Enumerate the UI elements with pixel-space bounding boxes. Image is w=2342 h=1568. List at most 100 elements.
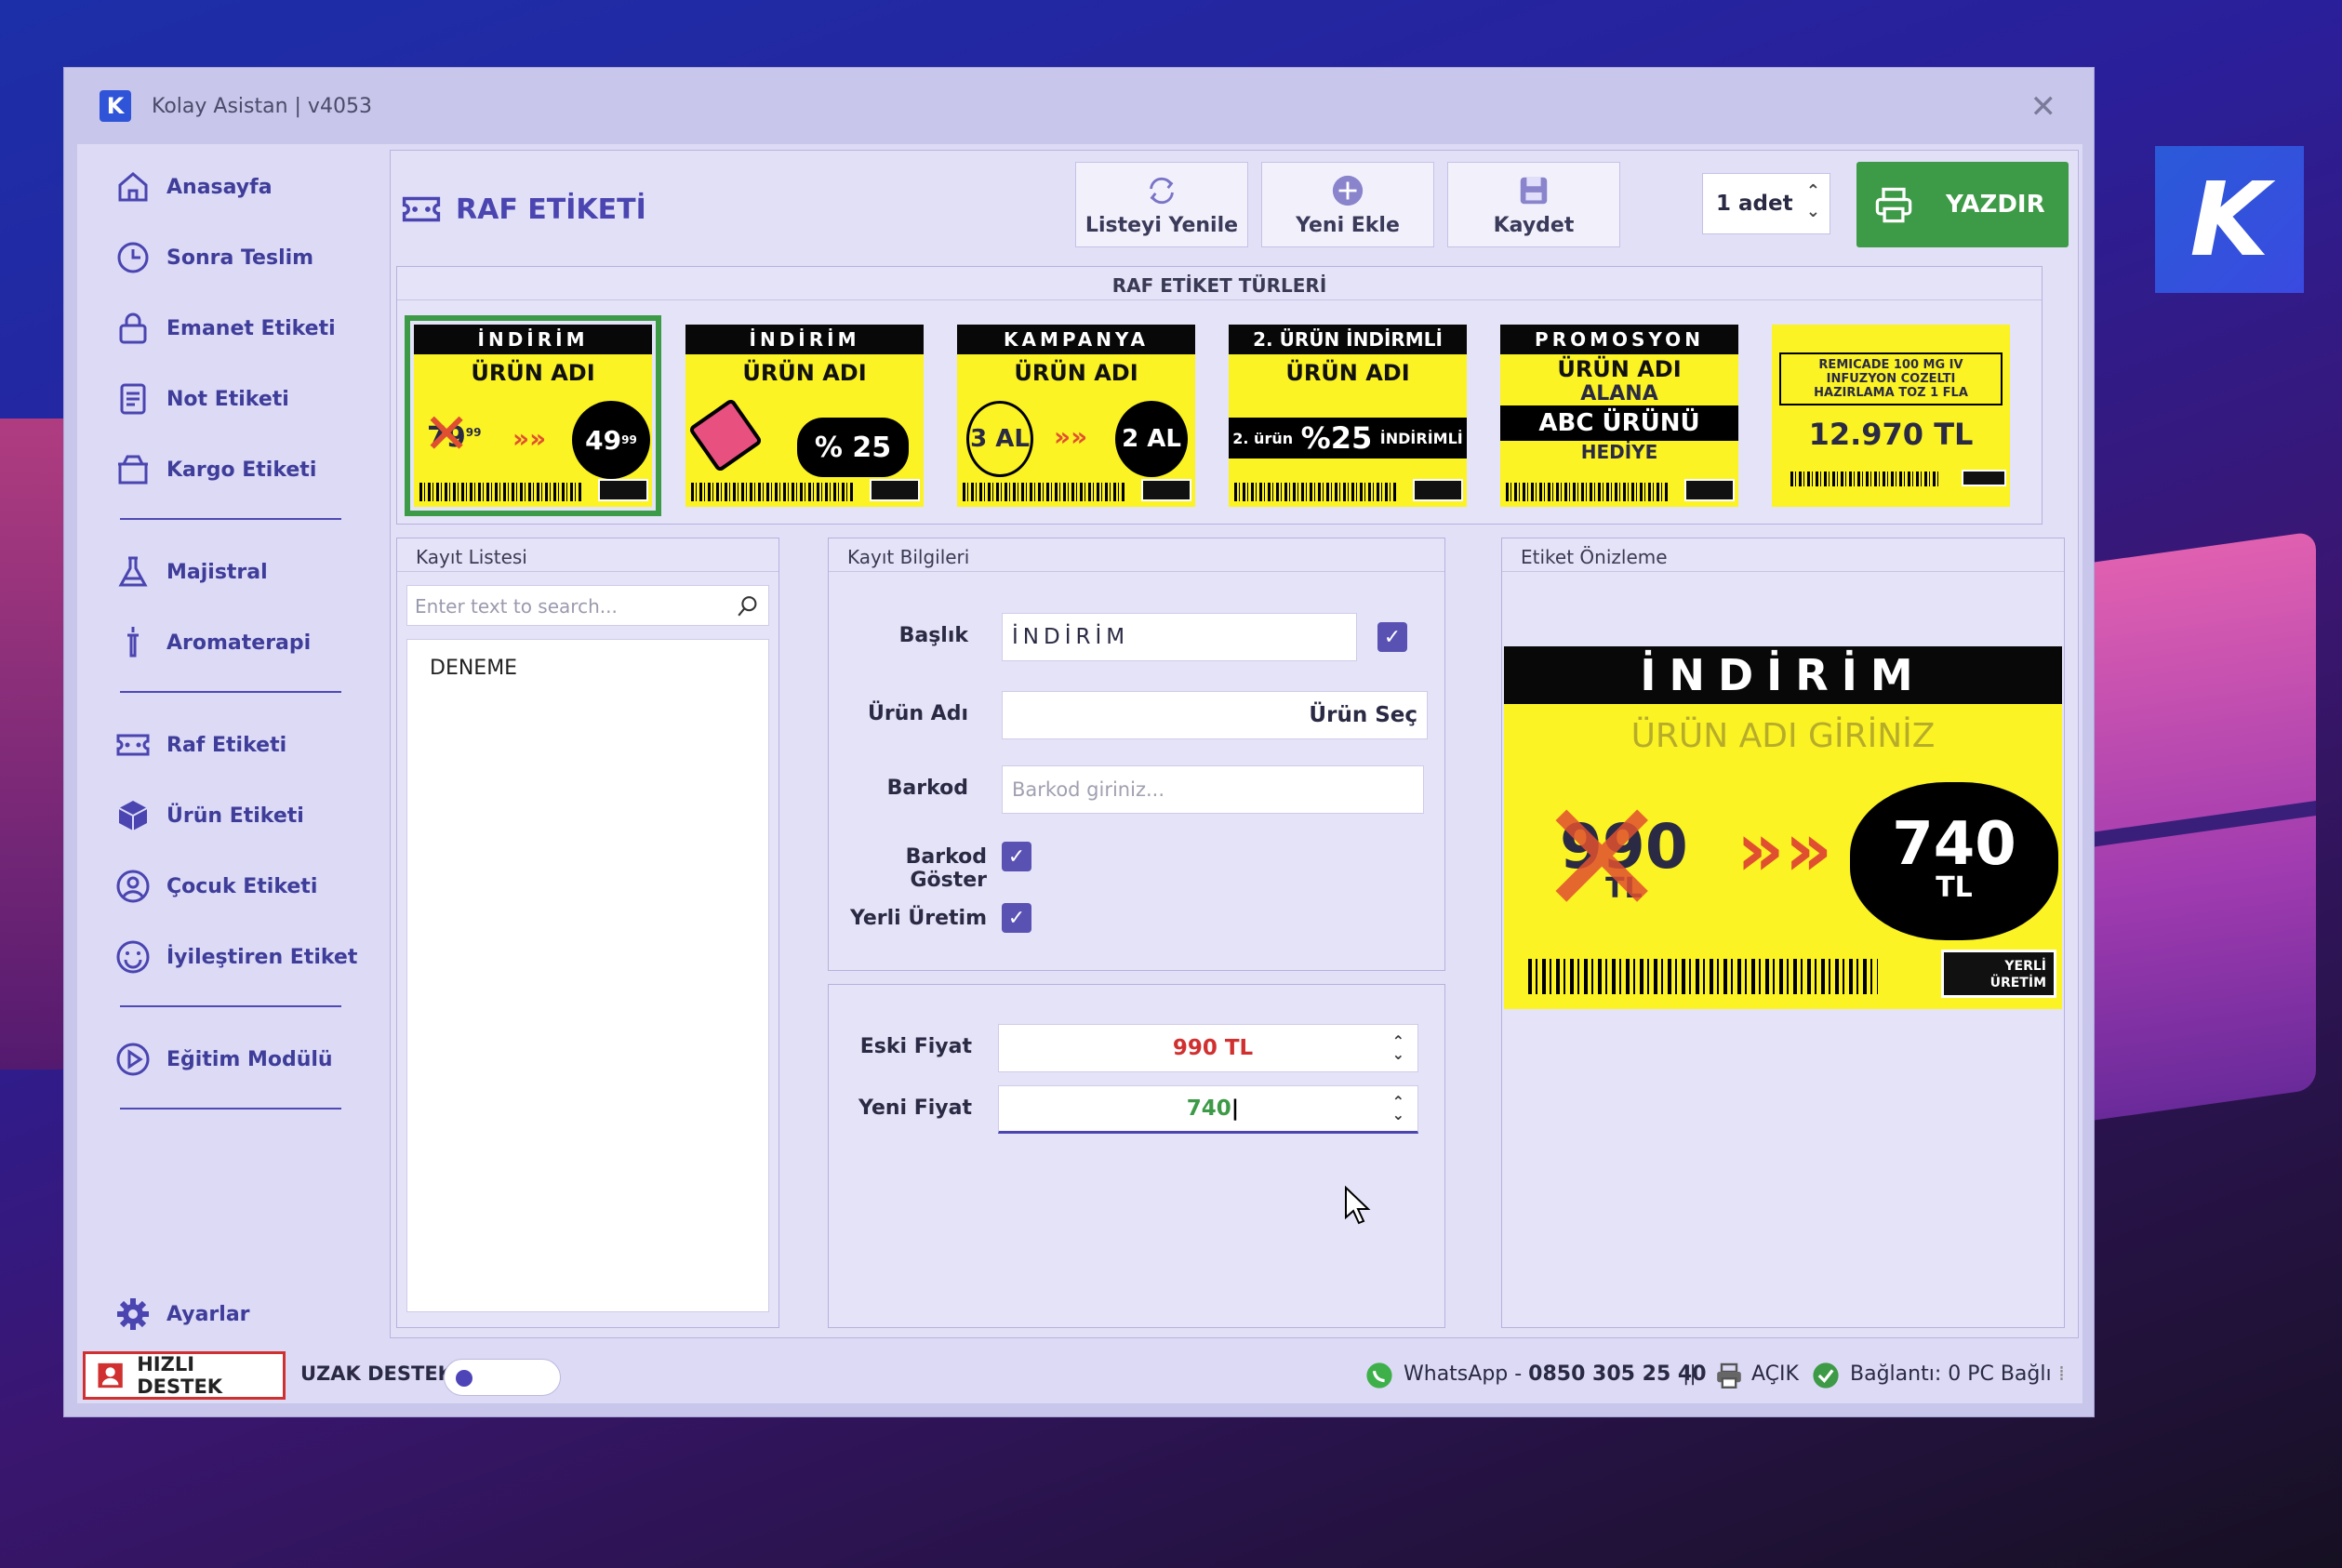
- card-left: 3 AL: [966, 401, 1033, 477]
- resize-grip-icon[interactable]: ⁞: [2058, 1362, 2065, 1386]
- box-icon: [118, 801, 148, 831]
- yerli-uretim-checkbox[interactable]: ✓: [1002, 903, 1031, 933]
- card-head: PROMOSYON: [1500, 325, 1738, 354]
- yeni-fiyat-input[interactable]: 740 | ⌃ ⌄: [998, 1085, 1418, 1134]
- card-name: ÜRÜN ADI: [742, 360, 867, 386]
- eski-fiyat-value: 990 TL: [1172, 1036, 1254, 1060]
- refresh-label: Listeyi Yenile: [1085, 213, 1239, 237]
- sidebar-item-urun-etiketi[interactable]: Ürün Etiketi: [114, 795, 304, 836]
- refresh-list-button[interactable]: Listeyi Yenile: [1075, 162, 1248, 247]
- connection-status: Bağlantı: 0 PC Bağlı: [1850, 1362, 2052, 1386]
- gear-icon: [117, 1298, 149, 1330]
- strike-icon: ✕: [1536, 767, 1669, 951]
- sidebar-item-label: Ayarlar: [166, 1302, 250, 1326]
- urun-sec-button[interactable]: Ürün Seç: [1002, 691, 1428, 739]
- sidebar-item-label: Ürün Etiketi: [166, 804, 304, 828]
- sidebar-item-emanet-etiketi[interactable]: Emanet Etiketi: [114, 308, 336, 349]
- eski-fiyat-input[interactable]: 990 TL ⌃ ⌄: [998, 1024, 1418, 1072]
- whatsapp-contact[interactable]: WhatsApp - 0850 305 25 40: [1404, 1362, 1707, 1386]
- record-list-panel: Kayıt Listesi Enter text to search... DE…: [396, 538, 779, 1328]
- barkod-goster-checkbox[interactable]: ✓: [1002, 842, 1031, 871]
- sidebar-divider: [120, 1005, 341, 1007]
- preview-head: İNDİRİM: [1504, 646, 2062, 704]
- card-name: ÜRÜN ADI: [1014, 360, 1138, 386]
- sidebar-item-not-etiketi[interactable]: Not Etiketi: [114, 379, 289, 419]
- refresh-icon: [1150, 177, 1174, 204]
- barcode-graphic: [963, 483, 1126, 501]
- sidebar-item-raf-etiketi[interactable]: Raf Etiketi: [114, 724, 286, 765]
- card-head: İNDİRİM: [685, 325, 924, 354]
- hizli-destek-button[interactable]: HIZLI DESTEK: [83, 1351, 286, 1400]
- sidebar-item-cocuk-etiketi[interactable]: Çocuk Etiketi: [114, 866, 317, 907]
- stepper-arrows-icon[interactable]: ⌃ ⌄: [1806, 181, 1820, 222]
- card-name: ÜRÜN ADI: [1285, 360, 1410, 386]
- ticket-icon: [116, 734, 150, 756]
- yerli-badge: [870, 479, 920, 501]
- status-separator: ||: [1683, 1362, 1697, 1386]
- list-item[interactable]: DENEME: [407, 640, 768, 697]
- arrows-icon: »»: [1054, 421, 1088, 452]
- sidebar-item-aromaterapi[interactable]: Aromaterapi: [114, 622, 311, 663]
- sidebar-divider: [120, 691, 341, 693]
- plus-icon: [1332, 175, 1364, 206]
- search-input[interactable]: Enter text to search...: [406, 585, 769, 626]
- close-icon[interactable]: ✕: [2030, 88, 2057, 126]
- label-type-product-price[interactable]: REMICADE 100 MG IV INFUZYON COZELTI HAZI…: [1772, 325, 2010, 507]
- save-button[interactable]: Kaydet: [1447, 162, 1620, 247]
- uzak-destek-label: UZAK DESTEK: [300, 1362, 453, 1385]
- yeni-fiyat-label: Yeni Fiyat: [858, 1096, 972, 1120]
- desktop-app-logo[interactable]: K: [2155, 146, 2304, 293]
- save-label: Kaydet: [1493, 213, 1575, 237]
- sidebar-item-majistral[interactable]: Majistral: [114, 551, 268, 592]
- printer-icon: [1717, 1362, 1741, 1389]
- print-button[interactable]: YAZDIR: [1856, 162, 2069, 247]
- card-price: 12.970 TL: [1808, 417, 1974, 452]
- label-types-panel: RAF ETİKET TÜRLERİ İNDİRİM ÜRÜN ADI 7999…: [396, 266, 2043, 525]
- sidebar-item-egitim-modulu[interactable]: Eğitim Modülü: [114, 1039, 333, 1080]
- sidebar-item-ayarlar[interactable]: Ayarlar: [114, 1294, 250, 1335]
- sidebar-item-sonra-teslim[interactable]: Sonra Teslim: [114, 237, 313, 278]
- printer-icon: [1875, 187, 1912, 223]
- stepper-arrows-icon[interactable]: ⌃ ⌄: [1392, 1034, 1404, 1062]
- record-list: DENEME: [406, 639, 769, 1312]
- baslik-checkbox[interactable]: ✓: [1377, 622, 1407, 652]
- barcode-graphic: [1506, 483, 1670, 501]
- label-preview: İNDİRİM ÜRÜN ADI GİRİNİZ 990 TL ✕ »» 740 T…: [1504, 646, 2062, 1009]
- play-icon: [116, 1043, 150, 1076]
- sidebar-item-kargo-etiketi[interactable]: Kargo Etiketi: [114, 449, 316, 490]
- hizli-destek-label: HIZLI DESTEK: [137, 1353, 223, 1398]
- stepper-arrows-icon[interactable]: ⌃ ⌄: [1392, 1095, 1404, 1123]
- sidebar-item-anasayfa[interactable]: Anasayfa: [114, 166, 273, 207]
- label-type-kampanya[interactable]: KAMPANYA ÜRÜN ADI 3 AL »» 2 AL: [957, 325, 1195, 507]
- label-type-indirim-percent[interactable]: İNDİRİM ÜRÜN ADI % 25: [685, 325, 924, 507]
- yerli-badge: [1141, 479, 1191, 501]
- band-left: 2. ürün: [1232, 429, 1294, 447]
- sidebar-item-label: Raf Etiketi: [166, 733, 287, 757]
- sidebar-item-label: Majistral: [166, 560, 268, 584]
- barkod-input[interactable]: Barkod giriniz...: [1002, 765, 1424, 814]
- status-bar: HIZLI DESTEK UZAK DESTEK WhatsApp - 0850…: [77, 1346, 2083, 1403]
- label-type-promosyon[interactable]: PROMOSYON ÜRÜN ADI ALANA ABC ÜRÜNÜ HEDİY…: [1500, 325, 1738, 507]
- sidebar: Anasayfa Sonra Teslim Emanet Etiketi Not…: [77, 144, 384, 1403]
- page-header: RAF ETİKETİ: [400, 188, 646, 231]
- uzak-destek-toggle[interactable]: [444, 1359, 561, 1396]
- home-icon: [118, 172, 148, 202]
- add-new-button[interactable]: Yeni Ekle: [1261, 162, 1434, 247]
- band-mid: %25: [1300, 420, 1373, 456]
- label-type-indirim-price[interactable]: İNDİRİM ÜRÜN ADI 7999 ✕ »» 49 99: [405, 315, 661, 516]
- card-head: KAMPANYA: [957, 325, 1195, 354]
- sidebar-item-iyilestiren-etiket[interactable]: İyileştiren Etiket: [114, 937, 357, 977]
- yerli-badge: [1684, 479, 1735, 501]
- baslik-value: İNDİRİM: [1012, 625, 1130, 649]
- print-label: YAZDIR: [1946, 191, 2045, 219]
- label-type-2-urun[interactable]: 2. ÜRÜN İNDİRMLİ ÜRÜN ADI 2. ürün %25 İN…: [1229, 325, 1467, 507]
- baslik-field[interactable]: İNDİRİM: [1002, 613, 1357, 661]
- child-icon: [116, 870, 150, 903]
- add-label: Yeni Ekle: [1296, 213, 1400, 237]
- lock-icon: [119, 312, 147, 344]
- quantity-stepper[interactable]: 1 adet ⌃ ⌄: [1702, 173, 1830, 234]
- urun-adi-label: Ürün Adı: [867, 702, 968, 725]
- search-icon[interactable]: [735, 593, 761, 619]
- sidebar-item-label: Eğitim Modülü: [166, 1047, 333, 1071]
- cargo-icon: [118, 455, 148, 485]
